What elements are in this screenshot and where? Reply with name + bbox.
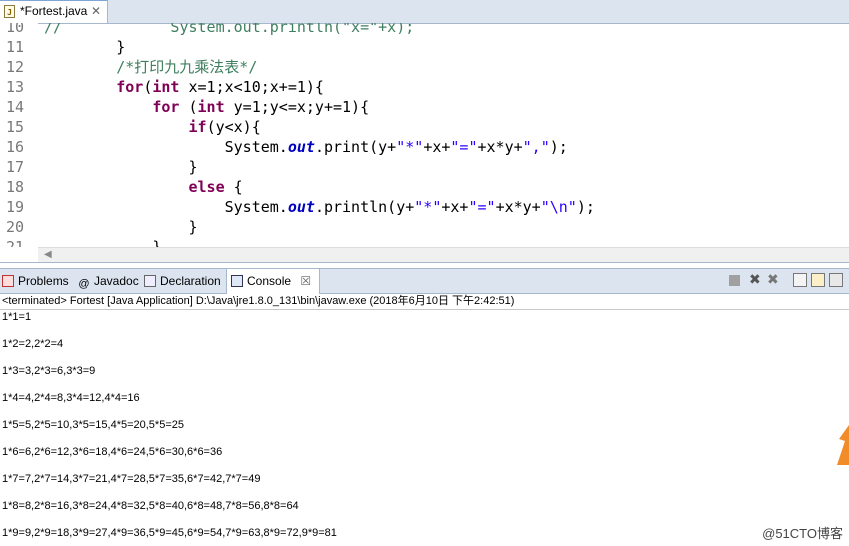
tab-console[interactable]: Console ☒ — [226, 269, 321, 294]
java-file-icon: J — [4, 5, 15, 18]
problems-icon — [2, 275, 14, 287]
code-line[interactable]: 11 } — [0, 37, 849, 57]
close-tab-icon[interactable]: ✕ — [91, 1, 101, 22]
console-output-line: 1*2=2,2*2=4 — [2, 338, 64, 350]
tab-javadoc[interactable]: @ Javadoc — [78, 269, 139, 293]
tab-label: Problems — [18, 274, 69, 288]
editor-tab-fortest[interactable]: J *Fortest.java ✕ — [0, 0, 108, 23]
console-output-line: 1*9=9,2*9=18,3*9=27,4*9=36,5*9=45,6*9=54… — [2, 527, 337, 539]
editor-tab-label: *Fortest.java — [20, 4, 88, 18]
line-number: 21 — [6, 238, 25, 247]
console-status-line: <terminated> Fortest [Java Application] … — [0, 293, 849, 310]
close-console-icon[interactable]: ☒ — [300, 274, 311, 288]
code-line[interactable]: 19 System.out.println(y+"*"+x+"="+x*y+"\… — [0, 197, 849, 217]
console-output-line: 1*8=8,2*8=16,3*8=24,4*8=32,5*8=40,6*8=48… — [2, 500, 299, 512]
code-text: for (int y=1;y<=x;y+=1){ — [152, 98, 370, 116]
editor-tab-bar: J *Fortest.java ✕ — [0, 0, 849, 24]
view-tab-bar: Problems @ Javadoc Declaration Console ☒ … — [0, 268, 849, 294]
console-output-line: 1*3=3,2*3=6,3*3=9 — [2, 365, 96, 377]
declaration-icon — [144, 275, 156, 287]
code-line[interactable]: 14 for (int y=1;y<=x;y+=1){ — [0, 97, 849, 117]
console-output-line: 1*1=1 — [2, 311, 32, 323]
code-line[interactable]: 13 for(int x=1;x<10;x+=1){ — [0, 77, 849, 97]
code-text: if(y<x){ — [188, 118, 261, 136]
line-number: 13 — [6, 78, 25, 96]
code-line[interactable]: 20 } — [0, 217, 849, 237]
orange-shape-icon — [837, 425, 849, 465]
code-line[interactable]: 15 if(y<x){ — [0, 117, 849, 137]
code-text: System.out.println(y+"*"+x+"="+x*y+"\n")… — [44, 198, 595, 216]
terminate-icon[interactable] — [729, 275, 740, 286]
pin-console-icon[interactable] — [829, 273, 843, 287]
code-editor[interactable]: J *Fortest.java ✕ 10 // System.out.printl… — [0, 0, 849, 263]
remove-launch-icon[interactable]: ✖ — [749, 273, 763, 287]
code-line[interactable]: 21 } — [0, 237, 849, 247]
console-output-line: 1*5=5,2*5=10,3*5=15,4*5=20,5*5=25 — [2, 419, 184, 431]
line-number: 16 — [6, 138, 25, 156]
code-text: System.out.print(y+"*"+x+"="+x*y+","); — [44, 138, 568, 156]
line-number: 18 — [6, 178, 25, 196]
console-output-line: 1*6=6,2*6=12,3*6=18,4*6=24,5*6=30,6*6=36 — [2, 446, 223, 458]
tab-declaration[interactable]: Declaration — [144, 269, 221, 293]
code-text: } — [44, 38, 126, 56]
line-number: 14 — [6, 98, 25, 116]
code-text: /*打印九九乘法表*/ — [116, 58, 258, 76]
scroll-lock-icon[interactable] — [811, 273, 825, 287]
console-toolbar: ✖ ✖ — [729, 273, 849, 289]
line-number: 10 — [6, 23, 25, 36]
code-text: // System.out.println("x="+x); — [44, 23, 415, 36]
line-number: 19 — [6, 198, 25, 216]
code-line[interactable]: 10 // System.out.println("x="+x); — [0, 23, 849, 37]
tab-label: Javadoc — [94, 274, 139, 288]
code-text: } — [44, 238, 162, 247]
code-line[interactable]: 17 } — [0, 157, 849, 177]
line-number: 17 — [6, 158, 25, 176]
line-number: 11 — [6, 38, 25, 56]
remove-all-icon[interactable]: ✖ — [767, 273, 781, 287]
clear-console-icon[interactable] — [793, 273, 807, 287]
console-output[interactable]: 1*1=1 1*2=2,2*2=4 1*3=3,2*3=6,3*3=9 1*4=4,2… — [0, 310, 849, 546]
at-icon: @ — [78, 278, 90, 290]
scroll-left-icon[interactable]: ◀ — [44, 249, 52, 260]
console-output-line: 1*7=7,2*7=14,3*7=21,4*7=28,5*7=35,6*7=42… — [2, 473, 261, 485]
console-icon — [231, 275, 243, 287]
tab-problems[interactable]: Problems — [2, 269, 69, 293]
code-area[interactable]: 10// System.out.println("x="+x); 11 } 12 /… — [0, 23, 849, 247]
line-number: 15 — [6, 118, 25, 136]
line-number: 12 — [6, 58, 25, 76]
tab-label: Console — [247, 274, 292, 288]
code-line[interactable]: 16 System.out.print(y+"*"+x+"="+x*y+",")… — [0, 137, 849, 157]
code-line[interactable]: 18 else { — [0, 177, 849, 197]
horizontal-scrollbar[interactable]: ◀ — [38, 247, 849, 262]
code-text: else { — [188, 178, 243, 196]
watermark: @51CTO博客 — [762, 526, 843, 541]
code-text: } — [44, 158, 198, 176]
line-number: 20 — [6, 218, 25, 236]
code-line[interactable]: 12 /*打印九九乘法表*/ — [0, 57, 849, 77]
code-text: for(int x=1;x<10;x+=1){ — [116, 78, 324, 96]
console-output-line: 1*4=4,2*4=8,3*4=12,4*4=16 — [2, 392, 140, 404]
code-text: } — [44, 218, 198, 236]
tab-label: Declaration — [160, 274, 221, 288]
